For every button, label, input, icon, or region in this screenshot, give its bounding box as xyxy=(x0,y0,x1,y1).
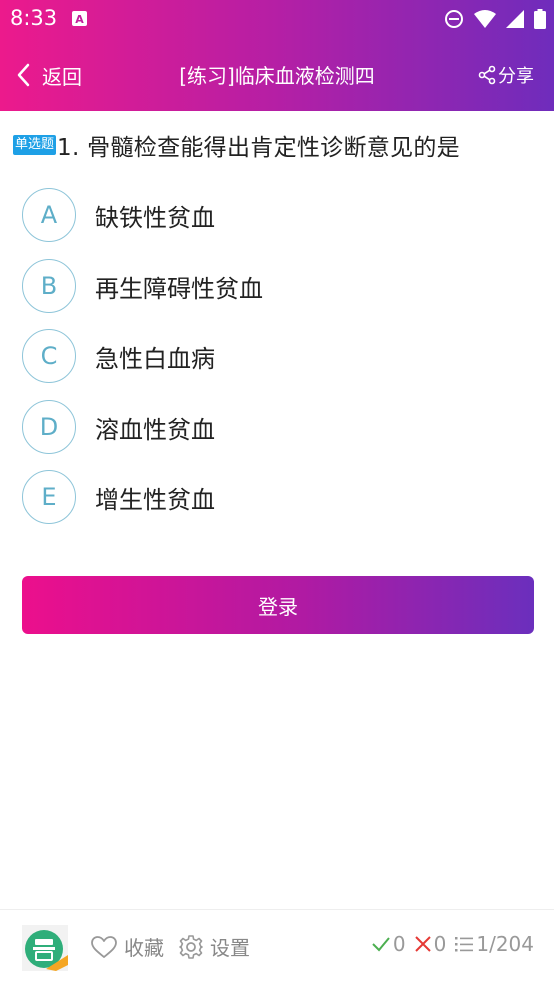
question-text: 1. 骨髓检查能得出肯定性诊断意见的是 xyxy=(57,135,460,161)
progress-stat[interactable]: 1/204 xyxy=(454,932,534,956)
notification-a-icon: A xyxy=(72,11,87,26)
option-text: 增生性贫血 xyxy=(95,485,215,514)
correct-count: 0 xyxy=(392,932,406,956)
svg-text:A: A xyxy=(75,13,84,26)
cross-icon xyxy=(414,936,431,952)
option-letter: D xyxy=(22,400,76,454)
chevron-left-icon xyxy=(17,63,30,87)
nav-bar: 返回 [练习]临床血液检测四 分享 xyxy=(0,50,554,100)
option-letter: E xyxy=(22,470,76,524)
back-label: 返回 xyxy=(42,64,82,89)
bottom-toolbar: 收藏 设置 0 0 1/204 xyxy=(0,909,554,985)
heart-icon xyxy=(91,935,117,958)
option-letter: B xyxy=(22,259,76,313)
option-d[interactable]: D 溶血性贫血 xyxy=(22,398,532,456)
share-icon xyxy=(478,65,496,85)
option-letter: C xyxy=(22,329,76,383)
option-text: 再生障碍性贫血 xyxy=(95,274,263,303)
question-stem: 单选题 1. 骨髓检查能得出肯定性诊断意见的是 xyxy=(13,128,547,162)
answer-stats: 0 0 1/204 xyxy=(363,932,534,956)
option-letter: A xyxy=(22,188,76,242)
app-header: 8:33 A 返回 [练习]临床血液检测四 分享 xyxy=(0,0,554,111)
do-not-disturb-icon xyxy=(445,10,463,28)
share-button[interactable]: 分享 xyxy=(478,62,534,88)
signal-icon xyxy=(506,10,524,28)
status-time: 8:33 xyxy=(10,6,58,30)
option-a[interactable]: A 缺铁性贫血 xyxy=(22,186,532,244)
app-logo-icon xyxy=(22,925,68,971)
share-label: 分享 xyxy=(498,66,534,87)
gear-icon xyxy=(179,934,203,959)
option-e[interactable]: E 增生性贫血 xyxy=(22,468,532,526)
back-button[interactable]: 返回 xyxy=(16,60,82,90)
option-b[interactable]: B 再生障碍性贫血 xyxy=(22,257,532,315)
option-text: 溶血性贫血 xyxy=(95,415,215,444)
battery-icon xyxy=(534,9,546,29)
login-button[interactable]: 登录 xyxy=(22,576,534,634)
option-c[interactable]: C 急性白血病 xyxy=(22,327,532,385)
option-text: 缺铁性贫血 xyxy=(95,203,215,232)
favorite-label: 收藏 xyxy=(124,936,164,960)
settings-button[interactable]: 设置 xyxy=(178,932,250,961)
wifi-icon xyxy=(474,10,496,28)
favorite-button[interactable]: 收藏 xyxy=(90,932,164,961)
checkmark-icon xyxy=(372,937,390,952)
wrong-stat: 0 xyxy=(414,932,447,956)
page-title: [练习]临床血液检测四 xyxy=(179,64,375,88)
wrong-count: 0 xyxy=(433,932,447,956)
correct-stat: 0 xyxy=(371,932,406,956)
progress-text: 1/204 xyxy=(476,932,534,956)
status-bar: 8:33 A xyxy=(0,0,554,38)
option-text: 急性白血病 xyxy=(95,344,215,373)
question-type-badge: 单选题 xyxy=(13,135,57,155)
list-icon xyxy=(455,937,474,952)
settings-label: 设置 xyxy=(210,936,250,960)
